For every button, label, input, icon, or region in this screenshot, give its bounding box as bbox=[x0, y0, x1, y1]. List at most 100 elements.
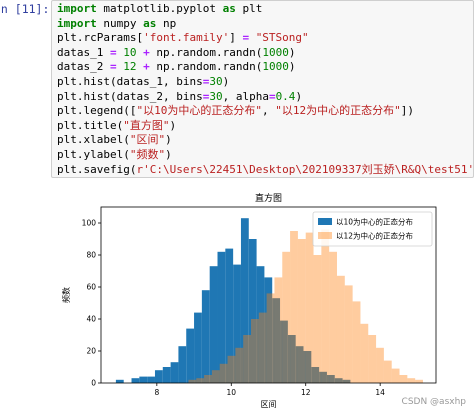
hist-bar-series-2 bbox=[266, 293, 275, 383]
hist-bar-series-2 bbox=[243, 335, 252, 383]
code-token: r'C:\Users\22451\Desktop\202109337刘玉娇\R&… bbox=[136, 162, 474, 176]
code-token: np.random.randn( bbox=[149, 60, 263, 74]
hist-bar-series-1 bbox=[170, 362, 179, 383]
hist-bar-series-1 bbox=[194, 312, 202, 383]
hist-bar-series-1 bbox=[178, 346, 187, 383]
hist-bar-series-2 bbox=[251, 319, 259, 383]
hist-bar-series-2 bbox=[258, 312, 267, 383]
code-token: "以12为中心的正态分布" bbox=[275, 104, 401, 118]
y-tick-label: 40 bbox=[86, 315, 96, 324]
code-token: 0.4 bbox=[275, 89, 296, 103]
code-line: datas_1 = 10 + np.random.randn(1000) bbox=[57, 46, 473, 61]
hist-bar-series-2 bbox=[204, 375, 212, 383]
code-token: ) bbox=[165, 147, 172, 161]
watermark: CSDN @asxhp bbox=[401, 397, 466, 407]
hist-bar-series-1 bbox=[162, 367, 171, 383]
code-token: plt.rcParams[ bbox=[57, 31, 144, 45]
hist-bar-series-2 bbox=[352, 301, 361, 383]
hist-bar-series-2 bbox=[336, 275, 345, 383]
hist-bar-series-2 bbox=[313, 255, 322, 383]
hist-bar-series-2 bbox=[321, 229, 330, 383]
code-line: plt.hist(datas_1, bins=30) bbox=[57, 75, 473, 90]
legend-label: 以12为中心的正态分布 bbox=[336, 231, 414, 241]
code-token: ] bbox=[229, 31, 243, 45]
legend: 以10为中心的正态分布以12为中心的正态分布 bbox=[312, 211, 433, 247]
hist-bar-series-2 bbox=[407, 378, 416, 383]
hist-bar-series-2 bbox=[360, 323, 369, 383]
hist-bar-series-2 bbox=[329, 251, 337, 383]
legend-swatch bbox=[318, 232, 332, 239]
code-token: ) bbox=[165, 133, 172, 147]
y-tick-label: 0 bbox=[91, 379, 96, 388]
code-token: 12 bbox=[123, 60, 137, 74]
hist-bar-series-1 bbox=[209, 266, 218, 383]
hist-bar-series-1 bbox=[217, 251, 226, 383]
y-tick-label: 80 bbox=[86, 251, 96, 260]
code-token: = bbox=[109, 60, 117, 74]
code-line: plt.hist(datas_2, bins=30, alpha=0.4) bbox=[57, 90, 473, 105]
code-token: ) bbox=[288, 60, 296, 74]
hist-bar-series-2 bbox=[368, 335, 377, 383]
chart-title: 直方图 bbox=[255, 192, 282, 204]
code-token: = bbox=[109, 45, 117, 59]
legend-swatch bbox=[318, 218, 332, 225]
hist-bar-series-2 bbox=[344, 285, 353, 383]
code-token: "直方图" bbox=[123, 118, 170, 132]
y-tick-label: 100 bbox=[82, 219, 97, 228]
code-token: 10 bbox=[123, 45, 137, 59]
code-cell[interactable]: import matplotlib.pyplot as plt import nu… bbox=[51, 0, 474, 178]
code-line: plt.rcParams['font.family'] = "STSong" bbox=[57, 31, 473, 46]
x-tick-label: 8 bbox=[154, 388, 159, 397]
hist-bar-series-2 bbox=[305, 232, 314, 383]
hist-bar-series-2 bbox=[274, 277, 283, 383]
hist-bar-series-2 bbox=[415, 379, 423, 383]
code-token: + bbox=[143, 45, 150, 59]
code-token: ) bbox=[169, 118, 177, 132]
y-tick-label: 60 bbox=[86, 283, 96, 292]
x-tick-label: 12 bbox=[301, 388, 311, 397]
hist-bar-series-2 bbox=[282, 251, 291, 383]
hist-bar-series-2 bbox=[383, 360, 392, 383]
hist-bar-series-2 bbox=[399, 375, 408, 383]
x-tick-label: 14 bbox=[375, 388, 385, 397]
hist-bar-series-1 bbox=[139, 376, 148, 383]
hist-bar-series-2 bbox=[235, 347, 244, 383]
code-line: plt.xlabel("区间") bbox=[57, 133, 473, 148]
hist-bar-series-1 bbox=[154, 370, 163, 383]
code-token: plt.show() bbox=[57, 177, 123, 178]
code-line: import matplotlib.pyplot as plt bbox=[57, 2, 473, 17]
code-token: plt.savefig( bbox=[57, 162, 137, 176]
code-token: np bbox=[156, 16, 177, 30]
hist-bar-series-2 bbox=[188, 379, 197, 383]
hist-bar-series-2 bbox=[290, 231, 298, 383]
hist-bar-series-1 bbox=[186, 328, 195, 383]
hist-bar-series-2 bbox=[196, 378, 205, 383]
code-token: plt.hist(datas_1, bins bbox=[57, 74, 203, 88]
code-token: plt.legend([ bbox=[57, 104, 137, 118]
code-token: ]) bbox=[400, 104, 414, 118]
code-token: ) bbox=[288, 45, 296, 59]
code-token: , alpha bbox=[222, 89, 269, 103]
code-token: "STSong" bbox=[255, 31, 309, 45]
code-token: + bbox=[143, 60, 150, 74]
code-token: plt bbox=[235, 2, 263, 15]
code-token: plt.xlabel( bbox=[57, 133, 130, 147]
code-line: datas_2 = 12 + np.random.randn(1000) bbox=[57, 60, 473, 75]
code-token: plt.title( bbox=[57, 118, 124, 132]
hist-bar-series-2 bbox=[391, 368, 400, 383]
hist-bar-series-1 bbox=[201, 290, 210, 383]
hist-bar-series-2 bbox=[297, 239, 306, 383]
code-token: 1000 bbox=[262, 45, 289, 59]
code-line: plt.show() bbox=[57, 177, 473, 178]
code-line: plt.legend(["以10为中心的正态分布", "以12为中心的正态分布"… bbox=[57, 104, 473, 119]
code-token: ) bbox=[222, 74, 230, 88]
code-token: plt.hist(datas_2, bins bbox=[57, 89, 203, 103]
code-token: numpy bbox=[96, 16, 144, 30]
hist-bar-series-2 bbox=[211, 370, 220, 383]
code-token: , bbox=[261, 104, 276, 118]
output-area: 直方图 区间 频数 8 10 12 14 0 20 40 60 80 100 以10为中心的正态分… bbox=[51, 180, 474, 411]
code-line: plt.title("直方图") bbox=[57, 119, 473, 134]
code-token: 30 bbox=[209, 74, 223, 88]
code-token: 1000 bbox=[262, 60, 289, 74]
